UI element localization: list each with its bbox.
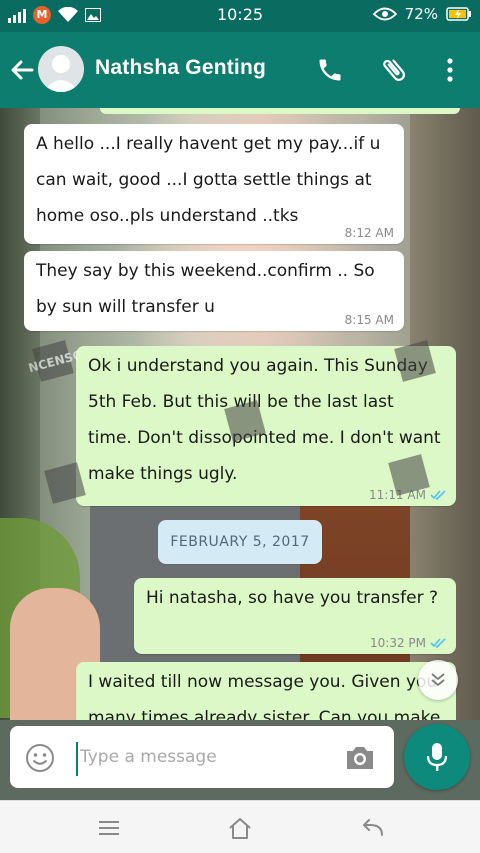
message-time-wrap: 10:32 PM <box>370 636 446 650</box>
back-nav-button[interactable] <box>358 813 388 843</box>
message-line: Hi natasha, so have you transfer ? <box>146 588 439 608</box>
message-time: 10:32 PM <box>370 636 426 650</box>
watermark-logo <box>394 340 436 382</box>
avatar-icon <box>43 55 79 92</box>
message-line: A hello ...I really havent get my pay...… <box>36 134 381 154</box>
message-line: by sun will transfer u <box>36 297 215 317</box>
back-icon <box>363 819 383 836</box>
microphone-icon <box>426 743 448 771</box>
date-divider: FEBRUARY 5, 2017 <box>158 520 322 564</box>
more-vert-icon <box>447 58 453 82</box>
double-chevron-down-icon <box>431 673 445 687</box>
back-button[interactable] <box>6 54 38 86</box>
text-caret <box>76 742 78 776</box>
message-line: home oso..pls understand ..tks <box>36 206 299 226</box>
system-nav-bar <box>0 800 480 853</box>
message-time: 8:12 AM <box>344 226 394 240</box>
message-line: I waited till now message you. Given you <box>88 672 438 692</box>
message-outgoing[interactable]: Hi natasha, so have you transfer ? 10:32… <box>134 578 456 654</box>
status-bar: M 10:25 72% <box>0 0 480 32</box>
paperclip-icon <box>383 59 406 81</box>
camera-button[interactable] <box>344 743 376 773</box>
more-options-button[interactable] <box>434 54 466 86</box>
home-icon <box>229 818 251 839</box>
phone-icon <box>319 59 341 81</box>
emoji-button[interactable] <box>24 742 56 774</box>
battery-percent: 72% <box>404 5 438 23</box>
watermark-logo <box>224 400 266 442</box>
battery-icon <box>446 7 471 21</box>
message-input[interactable] <box>80 738 330 776</box>
message-time: 8:15 AM <box>344 313 394 327</box>
watermark-logo <box>44 462 86 504</box>
chat-header: Nathsha Genting <box>0 32 480 108</box>
message-line: many times already sister. Can you make <box>88 708 441 720</box>
smiley-icon <box>26 744 54 772</box>
menu-icon <box>99 821 119 835</box>
avatar[interactable] <box>38 46 84 92</box>
call-button[interactable] <box>314 54 346 86</box>
read-ticks-icon <box>430 638 446 648</box>
message-field-container[interactable] <box>10 726 394 788</box>
contact-name[interactable]: Nathsha Genting <box>95 56 266 80</box>
recent-apps-button[interactable] <box>94 813 124 843</box>
message-incoming[interactable]: They say by this weekend..confirm .. So … <box>24 251 404 331</box>
watermark-logo: SG UNCENSORED <box>28 340 78 384</box>
message-line: They say by this weekend..confirm .. So <box>36 261 375 281</box>
watermark-logo <box>388 454 430 496</box>
message-line: can wait, good ...I gotta settle things … <box>36 170 372 190</box>
chat-area[interactable]: A hello ...I really havent get my pay...… <box>0 108 480 720</box>
scroll-to-bottom-button[interactable] <box>418 660 458 700</box>
message-outgoing[interactable]: I waited till now message you. Given you… <box>76 662 456 720</box>
eye-icon <box>372 7 397 21</box>
camera-icon <box>347 747 373 769</box>
previous-message-edge <box>100 108 460 114</box>
voice-message-button[interactable] <box>404 724 470 790</box>
home-button[interactable] <box>225 813 255 843</box>
attach-button[interactable] <box>378 54 410 86</box>
back-arrow-icon <box>11 60 34 80</box>
message-incoming[interactable]: A hello ...I really havent get my pay...… <box>24 124 404 244</box>
composer-bar <box>0 720 480 800</box>
